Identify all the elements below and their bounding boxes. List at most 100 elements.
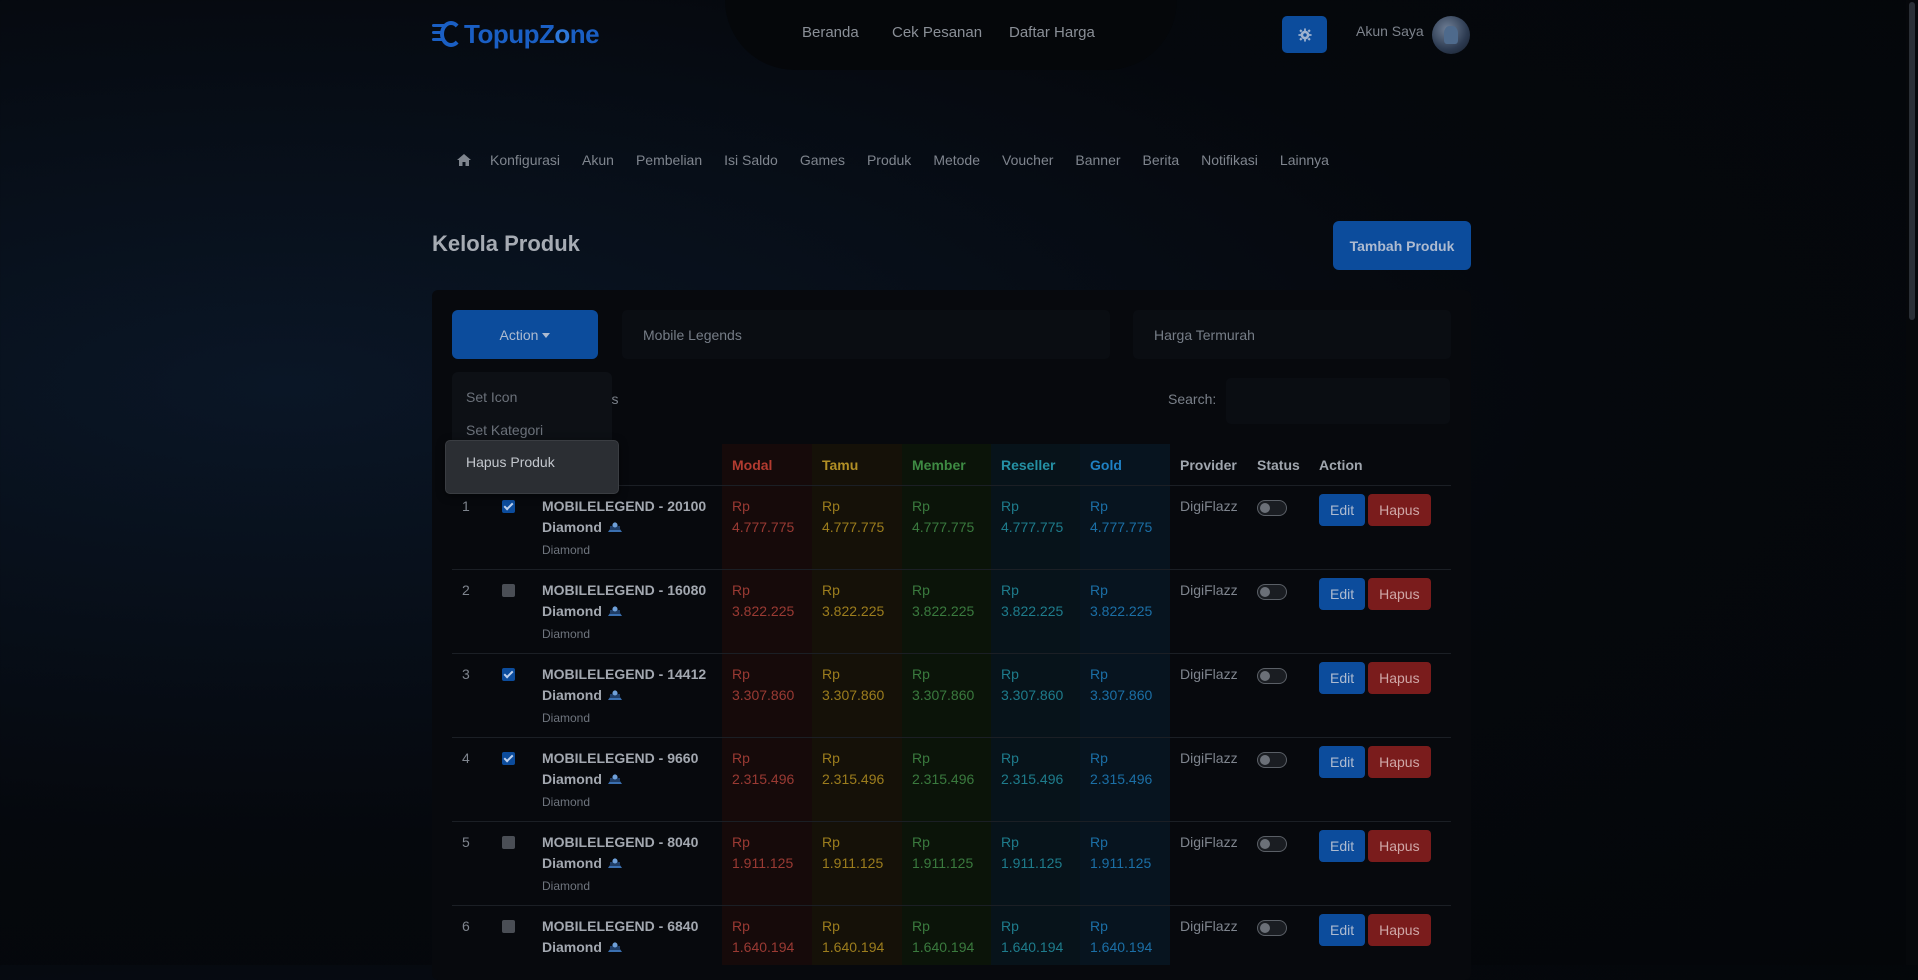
page-title: Kelola Produk (432, 231, 580, 256)
price-reseller: Rp 1.911.125 (991, 821, 1080, 906)
row-checkbox[interactable] (502, 752, 515, 765)
edit-button[interactable]: Edit (1319, 830, 1366, 862)
delete-button[interactable]: Hapus (1368, 830, 1431, 862)
admin-nav-games[interactable]: Games (800, 152, 845, 168)
delete-button[interactable]: Hapus (1368, 578, 1431, 610)
row-checkbox[interactable] (502, 500, 515, 513)
price-modal: Rp 3.307.860 (722, 653, 812, 738)
col-status[interactable]: Status (1247, 444, 1309, 486)
admin-nav-banner[interactable]: Banner (1075, 152, 1120, 168)
col-member[interactable]: Member (902, 444, 991, 486)
dropdown-item-hapus-produk[interactable]: Hapus Produk (445, 440, 619, 494)
product-name: MOBILELEGEND - 14412 Diamond (542, 666, 707, 703)
admin-nav-berita[interactable]: Berita (1143, 152, 1180, 168)
edit-button[interactable]: Edit (1319, 914, 1366, 946)
status-cell (1247, 485, 1309, 570)
action-dropdown-button[interactable]: Action (452, 310, 598, 359)
nav-cek-pesanan[interactable]: Cek Pesanan (892, 24, 982, 41)
col-provider[interactable]: Provider (1170, 444, 1247, 486)
home-icon[interactable] (456, 153, 472, 167)
col-reseller[interactable]: Reseller (991, 444, 1080, 486)
row-number: 5 (452, 821, 492, 906)
col-tamu[interactable]: Tamu (812, 444, 902, 486)
scrollbar-thumb[interactable] (1909, 2, 1915, 320)
admin-nav-voucher[interactable]: Voucher (1002, 152, 1053, 168)
price-tamu: Rp 1.911.125 (812, 821, 902, 906)
price-tamu: Rp 1.640.194 (812, 905, 902, 965)
provider: DigiFlazz (1170, 569, 1247, 654)
action-cell: Edit Hapus (1309, 737, 1451, 822)
admin-nav-lainnya[interactable]: Lainnya (1280, 152, 1329, 168)
sort-select[interactable]: Harga Termurah (1133, 310, 1451, 359)
add-product-button[interactable]: Tambah Produk (1333, 221, 1471, 270)
products-table: Modal Tamu Member Reseller Gold Provider… (452, 444, 1451, 965)
nav-beranda[interactable]: Beranda (802, 24, 859, 41)
nav-daftar-harga[interactable]: Daftar Harga (1009, 24, 1095, 41)
provider: DigiFlazz (1170, 653, 1247, 738)
status-toggle[interactable] (1257, 500, 1287, 516)
edit-button[interactable]: Edit (1319, 662, 1366, 694)
status-toggle[interactable] (1257, 668, 1287, 684)
admin-nav-konfigurasi[interactable]: Konfigurasi (490, 152, 560, 168)
dropdown-item-set-kategori[interactable]: Set Kategori (466, 422, 543, 438)
brand-logo[interactable]: TopupZone (432, 14, 600, 54)
price-reseller: Rp 3.307.860 (991, 653, 1080, 738)
admin-nav-metode[interactable]: Metode (933, 152, 980, 168)
delete-button[interactable]: Hapus (1368, 746, 1431, 778)
brand-name: TopupZone (464, 18, 600, 49)
price-member: Rp 3.822.225 (902, 569, 991, 654)
admin-nav-pembelian[interactable]: Pembelian (636, 152, 702, 168)
price-member: Rp 1.911.125 (902, 821, 991, 906)
diamond-emoji-icon (607, 774, 622, 784)
search-input[interactable] (1226, 378, 1450, 424)
row-check-cell (492, 485, 532, 570)
admin-nav-notifikasi[interactable]: Notifikasi (1201, 152, 1258, 168)
status-toggle[interactable] (1257, 584, 1287, 600)
admin-nav-isi-saldo[interactable]: Isi Saldo (724, 152, 778, 168)
row-checkbox[interactable] (502, 584, 515, 597)
admin-nav-produk[interactable]: Produk (867, 152, 911, 168)
edit-button[interactable]: Edit (1319, 578, 1366, 610)
row-check-cell (492, 821, 532, 906)
price-tamu: Rp 3.822.225 (812, 569, 902, 654)
action-cell: Edit Hapus (1309, 905, 1451, 965)
diamond-emoji-icon (607, 942, 622, 952)
diamond-emoji-icon (607, 522, 622, 532)
row-checkbox[interactable] (502, 668, 515, 681)
row-check-cell (492, 737, 532, 822)
game-select[interactable]: Mobile Legends (622, 310, 1110, 359)
logo-icon (432, 21, 462, 47)
price-modal: Rp 1.640.194 (722, 905, 812, 965)
delete-button[interactable]: Hapus (1368, 914, 1431, 946)
col-gold[interactable]: Gold (1080, 444, 1170, 486)
status-toggle[interactable] (1257, 836, 1287, 852)
price-member: Rp 2.315.496 (902, 737, 991, 822)
price-gold: Rp 2.315.496 (1080, 737, 1170, 822)
table-row: 4 MOBILELEGEND - 9660 Diamond Diamond Rp 2.… (452, 737, 1451, 822)
row-number: 6 (452, 905, 492, 965)
row-checkbox[interactable] (502, 836, 515, 849)
status-toggle[interactable] (1257, 752, 1287, 768)
edit-button[interactable]: Edit (1319, 494, 1366, 526)
search-label: Search: (1168, 391, 1217, 407)
product-name: MOBILELEGEND - 20100 Diamond (542, 498, 707, 535)
avatar[interactable] (1432, 16, 1470, 54)
delete-button[interactable]: Hapus (1368, 494, 1431, 526)
account-menu[interactable]: Akun Saya (1356, 23, 1424, 39)
dropdown-item-set-icon[interactable]: Set Icon (466, 389, 517, 405)
col-modal[interactable]: Modal (722, 444, 812, 486)
price-modal: Rp 4.777.775 (722, 485, 812, 570)
admin-nav-akun[interactable]: Akun (582, 152, 614, 168)
edit-button[interactable]: Edit (1319, 746, 1366, 778)
price-modal: Rp 2.315.496 (722, 737, 812, 822)
settings-button[interactable] (1282, 16, 1327, 53)
status-cell (1247, 569, 1309, 654)
delete-button[interactable]: Hapus (1368, 662, 1431, 694)
status-toggle[interactable] (1257, 920, 1287, 936)
price-tamu: Rp 3.307.860 (812, 653, 902, 738)
status-cell (1247, 653, 1309, 738)
page-scrollbar[interactable] (1906, 0, 1918, 965)
price-member: Rp 4.777.775 (902, 485, 991, 570)
row-check-cell (492, 569, 532, 654)
row-checkbox[interactable] (502, 920, 515, 933)
